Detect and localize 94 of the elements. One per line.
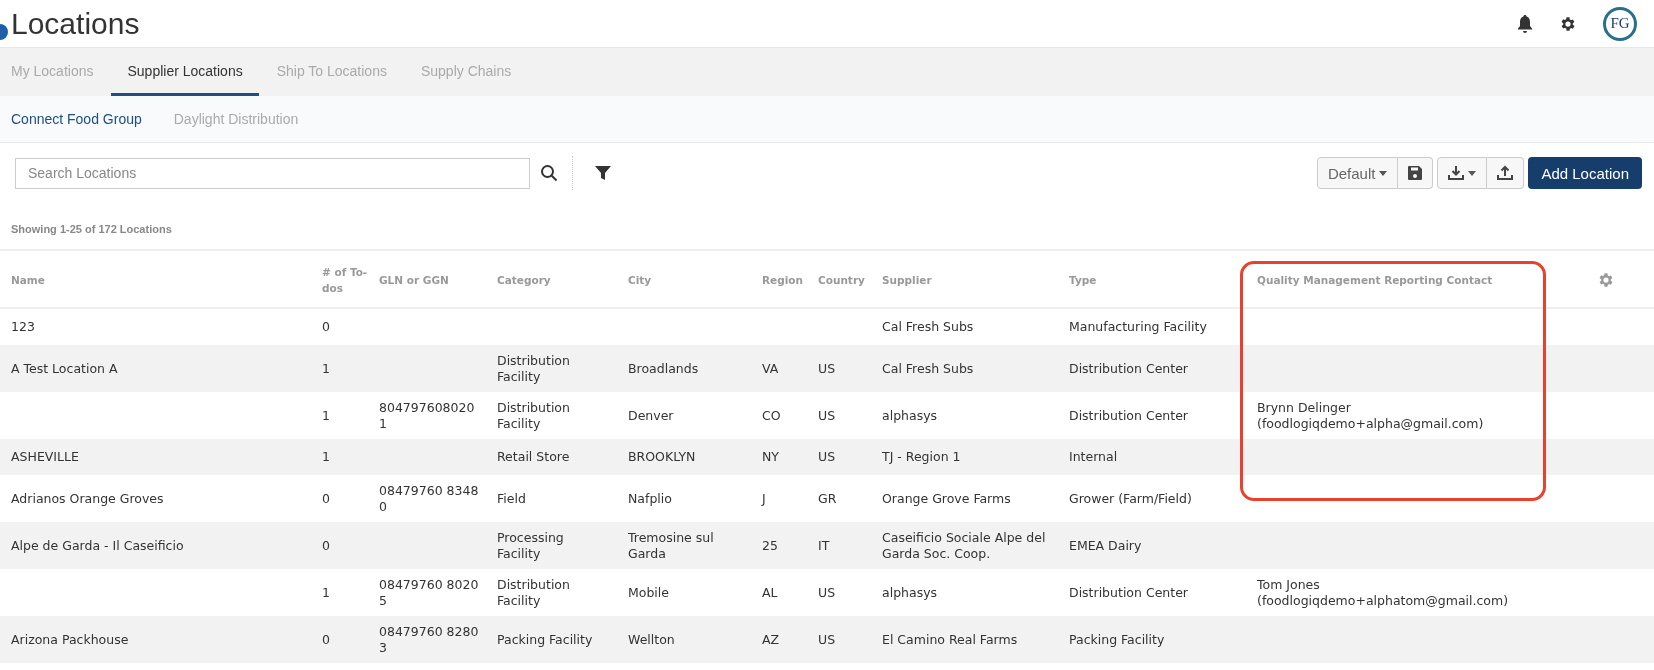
table-cell: alphasys <box>882 407 938 424</box>
table-cell: VA <box>762 360 779 377</box>
table-cell: US <box>818 360 836 377</box>
table-cell: Manufacturing Facility <box>1069 319 1207 335</box>
upload-icon <box>1497 165 1514 181</box>
table-cell: El Camino Real Farms <box>882 631 1018 648</box>
table-cell: 25 <box>762 537 778 554</box>
table-cell: Broadlands <box>628 360 699 377</box>
table-cell-text: Distribution Facility <box>497 400 571 431</box>
tab[interactable]: Ship To Locations <box>260 48 403 96</box>
table-cell: Packing Facility <box>1069 631 1165 648</box>
tab[interactable]: Supply Chains <box>404 48 528 96</box>
table-cell: 1 <box>322 449 330 465</box>
table-cell: Denver <box>628 407 674 424</box>
table-cell: Packing Facility <box>497 631 593 648</box>
table-cell: US <box>818 584 836 601</box>
column-header[interactable]: Country <box>818 251 882 309</box>
table-cell: Retail Store <box>497 449 570 465</box>
table-cell-text: 08479760 82803 <box>379 624 480 655</box>
table-cell: Adrianos Orange Groves <box>11 490 164 507</box>
table-cell: ASHEVILLE <box>11 449 79 465</box>
column-header[interactable]: # of To-dos <box>322 251 379 309</box>
table-cell: Grower (Farm/Field) <box>1069 490 1192 507</box>
subtab[interactable]: Connect Food Group <box>0 96 158 142</box>
table-cell: Field <box>497 490 526 507</box>
bell-icon[interactable] <box>1517 14 1533 33</box>
subtab[interactable]: Daylight Distribution <box>157 96 315 142</box>
column-header[interactable]: Category <box>497 251 628 309</box>
download-dropdown[interactable] <box>1437 157 1488 189</box>
download-icon <box>1448 165 1465 181</box>
table-cell: Orange Grove Farms <box>882 490 1011 507</box>
results-count: Showing 1-25 of 172 Locations <box>10 222 173 237</box>
column-header[interactable]: GLN or GGN <box>379 251 497 309</box>
table-cell: 1 <box>322 360 330 377</box>
table-cell: Distribution Center <box>1069 407 1188 424</box>
table-cell: AL <box>762 584 778 601</box>
table-cell: NY <box>762 449 779 465</box>
table-cell-text: 08479760 80205 <box>379 577 480 608</box>
table-cell-text: Brynn Delinger (foodlogiqdemo+alpha@gmail.com) <box>1257 400 1485 431</box>
column-header[interactable]: Type <box>1069 251 1257 309</box>
column-header[interactable]: Region <box>762 251 818 309</box>
page-title: Locations <box>11 8 140 39</box>
table-cell: Wellton <box>628 631 675 648</box>
table-cell: Cal Fresh Subs <box>882 360 974 377</box>
add-location-button[interactable]: Add Location <box>1528 157 1642 189</box>
search-icon[interactable] <box>540 164 558 182</box>
table-cell: Mobile <box>628 584 669 601</box>
column-header[interactable]: Quality Management Reporting Contact <box>1257 251 1597 309</box>
table-cell-text: Distribution Facility <box>497 577 571 608</box>
table-cell: 0 <box>322 537 330 554</box>
table-cell: Arizona Packhouse <box>11 631 129 648</box>
table-cell: A Test Location A <box>11 360 118 377</box>
table-cell: 0 <box>322 490 330 507</box>
table-cell-text: Tom Jones (foodlogiqdemo+alphatom@gmail.com) <box>1257 577 1510 608</box>
table-cell: alphasys <box>882 584 938 601</box>
table-cell: Distribution Center <box>1069 360 1188 377</box>
table-cell: Nafplio <box>628 490 672 507</box>
table-cell-text: Distribution Facility <box>497 353 571 384</box>
table-cell: CO <box>762 407 781 424</box>
view-dropdown[interactable]: Default <box>1316 157 1399 189</box>
tab[interactable]: My Locations <box>0 48 110 96</box>
table-cell: US <box>818 407 836 424</box>
table-cell: 0 <box>322 631 330 648</box>
table-cell-text: Processing Facility <box>497 530 565 561</box>
table-cell: Alpe de Garda - Il Caseificio <box>11 537 184 554</box>
column-header[interactable]: City <box>628 251 762 309</box>
table-cell: TJ - Region 1 <box>882 449 961 465</box>
table-cell: Cal Fresh Subs <box>882 319 974 335</box>
table-cell: J <box>762 490 766 507</box>
filter-icon[interactable] <box>595 165 611 181</box>
table-cell-text: Tremosine sul Garda <box>628 530 715 561</box>
table-cell: EMEA Dairy <box>1069 537 1142 554</box>
upload-button[interactable] <box>1487 157 1525 189</box>
table-cell: 1 <box>322 407 330 424</box>
table-cell-text: 08479760 83480 <box>379 483 480 514</box>
table-cell: BROOKLYN <box>628 449 696 465</box>
table-cell: GR <box>818 490 837 507</box>
column-header[interactable]: Name <box>0 251 322 309</box>
table-cell: US <box>818 449 836 465</box>
table-cell-text: 8047976080201 <box>379 400 476 431</box>
table-cell: AZ <box>762 631 780 648</box>
table-cell: 0 <box>322 319 330 335</box>
settings-icon[interactable] <box>1559 14 1577 33</box>
table-cell: US <box>818 631 836 648</box>
table-cell: IT <box>818 537 830 554</box>
table-cell: Distribution Center <box>1069 584 1188 601</box>
table-cell: Internal <box>1069 449 1118 465</box>
table-cell-text: Caseificio Sociale Alpe del Garda Soc. Coop. <box>882 530 1047 561</box>
search-field[interactable]: Search Locations <box>15 157 530 189</box>
table-cell: 1 <box>322 584 330 601</box>
company-logo[interactable]: FG <box>1603 6 1637 41</box>
save-button[interactable] <box>1398 157 1434 189</box>
table-cell: 123 <box>11 319 35 335</box>
column-header[interactable]: Supplier <box>882 251 1069 309</box>
